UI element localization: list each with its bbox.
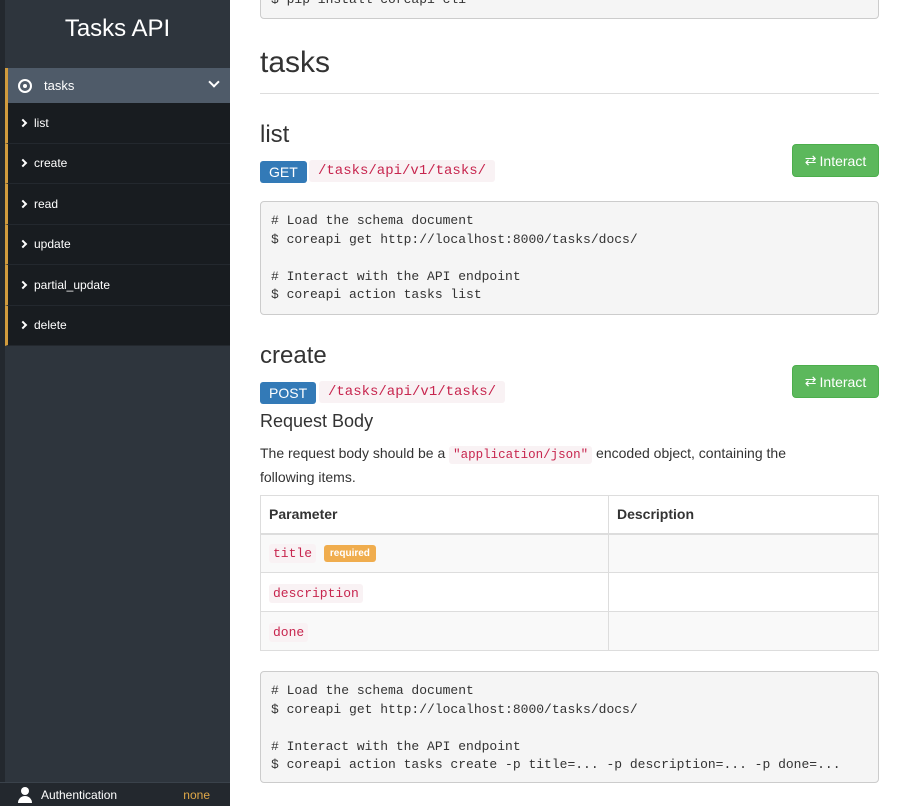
sidebar-item-update[interactable]: update [5, 224, 230, 265]
request-body-title: Request Body [260, 411, 374, 431]
param-name: done [269, 622, 309, 642]
section-divider [260, 93, 879, 94]
chevron-right-icon [18, 159, 28, 168]
description-cell [608, 611, 879, 651]
chevron-right-icon [18, 118, 28, 127]
param-cell: title required [260, 533, 609, 573]
sidebar: Tasks API tasks list create read update … [0, 0, 230, 806]
request-body-description: The request body should be a "applicatio… [260, 442, 820, 488]
content-type-code: "application/json" [449, 446, 593, 464]
description-cell [608, 533, 879, 573]
code-block-create: # Load the schema document $ coreapi get… [260, 671, 879, 783]
chevron-right-icon [18, 240, 28, 249]
sidebar-item-label: update [34, 237, 71, 252]
sidebar-item-read[interactable]: read [5, 184, 230, 225]
endpoint-path-create: /tasks/api/v1/tasks/ [319, 381, 506, 403]
interact-button-create[interactable]: ⇄ Interact [792, 365, 879, 398]
chevron-right-icon [18, 321, 28, 330]
nav-group-tasks: tasks list create read update partial_up… [5, 68, 230, 346]
sidebar-item-create[interactable]: create [5, 143, 230, 184]
sidebar-item-label: list [34, 115, 49, 130]
chevron-right-icon [18, 199, 28, 208]
param-name: title [269, 544, 317, 564]
sidebar-item-list[interactable]: list [5, 103, 230, 144]
sidebar-item-partial-update[interactable]: partial_update [5, 265, 230, 306]
endpoint-title-list: list [260, 121, 290, 148]
code-block-list: # Load the schema document $ coreapi get… [260, 201, 879, 315]
authentication-status[interactable]: none [183, 788, 210, 802]
param-cell: done [260, 611, 609, 651]
chevron-right-icon [18, 280, 28, 289]
required-badge: required [323, 545, 376, 563]
brand-title[interactable]: Tasks API [5, 0, 230, 68]
nav-group-header-tasks[interactable]: tasks [5, 68, 230, 103]
param-name: description [269, 583, 363, 603]
sidebar-item-label: read [34, 196, 59, 211]
interact-button-label: Interact [819, 152, 867, 169]
authentication-label: Authentication [41, 787, 118, 802]
sidebar-item-label: create [34, 156, 68, 171]
table-row: done [260, 611, 879, 651]
param-cell: description [260, 572, 609, 612]
swap-arrows-icon: ⇄ [804, 373, 817, 389]
interact-button-label: Interact [819, 373, 867, 390]
table-header-description: Description [608, 495, 879, 535]
description-cell [608, 572, 879, 612]
sidebar-item-label: partial_update [34, 277, 111, 292]
table-row: description [260, 572, 879, 612]
swap-arrows-icon: ⇄ [804, 152, 817, 168]
nav-group-label: tasks [44, 78, 75, 93]
install-code-block: $ pip install coreapi-cli [260, 0, 879, 19]
interact-button-list[interactable]: ⇄ Interact [792, 144, 879, 177]
endpoint-path-list: /tasks/api/v1/tasks/ [309, 160, 496, 182]
request-desc-text: The request body should be a [260, 445, 450, 461]
endpoint-title-create: create [260, 342, 327, 369]
user-icon [18, 786, 32, 803]
sidebar-item-label: delete [34, 318, 67, 333]
parameters-table: Parameter Description title required des… [260, 495, 879, 651]
method-badge-get: GET [260, 161, 307, 183]
chevron-down-icon[interactable] [208, 76, 220, 88]
method-badge-post: POST [260, 382, 317, 404]
table-header-parameter: Parameter [260, 495, 609, 535]
section-title: tasks [260, 46, 331, 79]
radio-circle-icon [18, 78, 32, 93]
sidebar-item-delete[interactable]: delete [5, 305, 230, 346]
table-row: title required [260, 533, 879, 573]
authentication-bar[interactable]: Authentication none [0, 782, 230, 806]
